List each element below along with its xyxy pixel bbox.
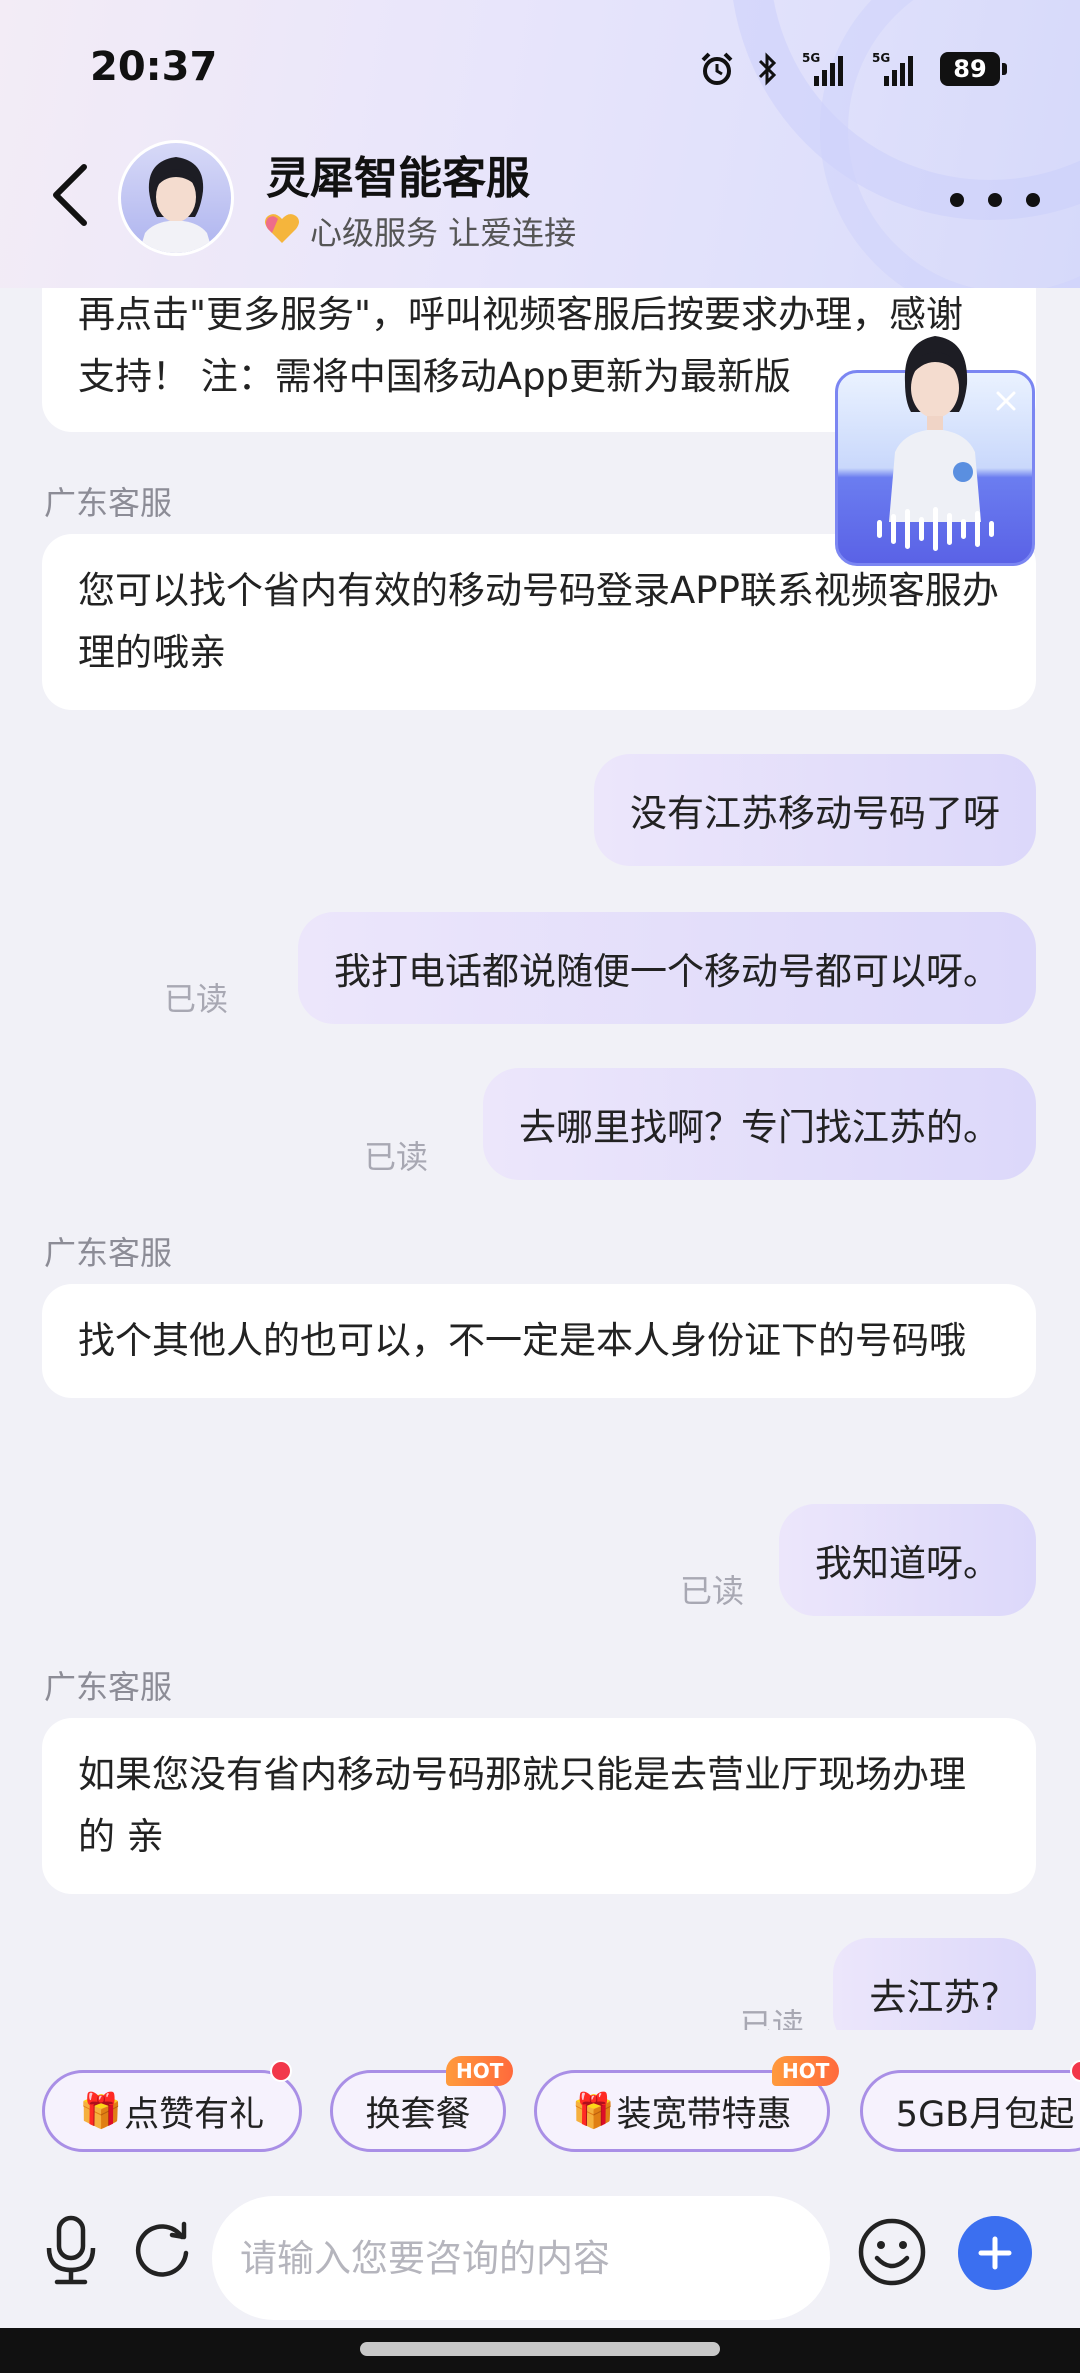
- message-text: 您可以找个省内有效的移动号码登录APP联系视频客服办理的哦亲: [78, 569, 999, 674]
- signal-5g-icon: 5G: [870, 50, 920, 88]
- status-bar: 20:37 5G 5G 89: [0, 0, 1080, 140]
- chip-label: 5GB月包起: [895, 2094, 1075, 2135]
- app-header: 20:37 5G 5G 89 灵犀智能客服 心级服务 让爱连接: [0, 0, 1080, 288]
- message-bubble-incoming: 如果您没有省内移动号码那就只能是去营业厅现场办理的 亲: [42, 1718, 1036, 1894]
- message-bubble-outgoing: 没有江苏移动号码了呀: [594, 754, 1036, 866]
- message-text: 如果您没有省内移动号码那就只能是去营业厅现场办理的 亲: [78, 1753, 966, 1858]
- hot-badge: HOT: [446, 2056, 514, 2086]
- hot-badge: HOT: [772, 2056, 840, 2086]
- avatar[interactable]: [118, 140, 234, 256]
- home-indicator[interactable]: [360, 2342, 720, 2356]
- message-text: 找个其他人的也可以，不一定是本人身份证下的号码哦: [78, 1319, 966, 1362]
- sender-name: 广东客服: [44, 1668, 173, 1706]
- battery-icon: 89: [940, 52, 1007, 86]
- plus-icon[interactable]: [958, 2216, 1032, 2290]
- gift-icon: 🎁: [572, 2091, 615, 2131]
- message-input[interactable]: [212, 2196, 830, 2320]
- signal-label: 5G: [802, 51, 820, 65]
- input-bar: [0, 2160, 1080, 2328]
- page-subtitle: 心级服务 让爱连接: [310, 214, 577, 252]
- alarm-icon: [698, 50, 736, 88]
- chip-label: 点赞有礼: [124, 2094, 265, 2135]
- voice-wave-icon: [835, 504, 1035, 554]
- video-assistant-widget[interactable]: [835, 322, 1035, 566]
- message-bubble-outgoing: 去江苏?: [833, 1938, 1036, 2030]
- chip-like-gift[interactable]: 🎁 点赞有礼: [42, 2070, 302, 2152]
- assistant-figure: [889, 336, 981, 522]
- message-bubble-outgoing: 我知道呀。: [779, 1504, 1036, 1616]
- more-icon[interactable]: [950, 178, 1040, 222]
- sender-name: 广东客服: [44, 484, 173, 522]
- chat-area[interactable]: 再点击"更多服务"，呼叫视频客服后按要求办理，感谢支持！ 注：需将中国移动App…: [0, 0, 1080, 2030]
- quick-reply-chips: 🎁 点赞有礼 换套餐 HOT 🎁 装宽带特惠 HOT 5GB月包起: [0, 2030, 1080, 2160]
- message-bubble-incoming: 找个其他人的也可以，不一定是本人身份证下的号码哦: [42, 1284, 1036, 1398]
- message-text: 我打电话都说随便一个移动号都可以呀。: [334, 950, 1000, 993]
- back-button[interactable]: [40, 155, 100, 235]
- notification-dot: [270, 2060, 292, 2082]
- message-text: 没有江苏移动号码了呀: [630, 792, 1000, 835]
- system-nav-area: [0, 2328, 1080, 2373]
- close-icon[interactable]: [991, 386, 1021, 416]
- bluetooth-icon: [756, 50, 780, 88]
- sender-name: 广东客服: [44, 1234, 173, 1272]
- battery-level: 89: [953, 55, 987, 83]
- read-receipt: 已读: [739, 2006, 804, 2030]
- message-text: 再点击"更多服务"，呼叫视频客服后按要求办理，感谢支持！ 注：需将中国移动App…: [78, 293, 964, 398]
- chip-label: 装宽带特惠: [616, 2094, 792, 2135]
- microphone-icon[interactable]: [36, 2210, 106, 2290]
- status-time: 20:37: [90, 44, 218, 90]
- page-title: 灵犀智能客服: [266, 153, 530, 204]
- chip-5gb-pack[interactable]: 5GB月包起: [860, 2070, 1080, 2152]
- message-text: 我知道呀。: [815, 1542, 1000, 1585]
- message-bubble-outgoing: 我打电话都说随便一个移动号都可以呀。: [298, 912, 1036, 1024]
- signal-label: 5G: [872, 51, 890, 65]
- back-arrow-icon: [53, 164, 87, 226]
- gift-icon: 🎁: [79, 2091, 123, 2131]
- signal-5g-icon: 5G: [800, 50, 850, 88]
- refresh-icon[interactable]: [128, 2210, 198, 2290]
- emoji-icon[interactable]: [852, 2212, 932, 2292]
- read-receipt: 已读: [363, 1138, 428, 1176]
- heart-icon: [262, 211, 302, 251]
- message-bubble-outgoing: 去哪里找啊？专门找江苏的。: [483, 1068, 1036, 1180]
- chip-label: 换套餐: [365, 2094, 471, 2135]
- message-text: 去哪里找啊？专门找江苏的。: [519, 1106, 1000, 1149]
- message-text: 去江苏?: [869, 1976, 1000, 2019]
- read-receipt: 已读: [163, 980, 228, 1018]
- read-receipt: 已读: [679, 1572, 744, 1610]
